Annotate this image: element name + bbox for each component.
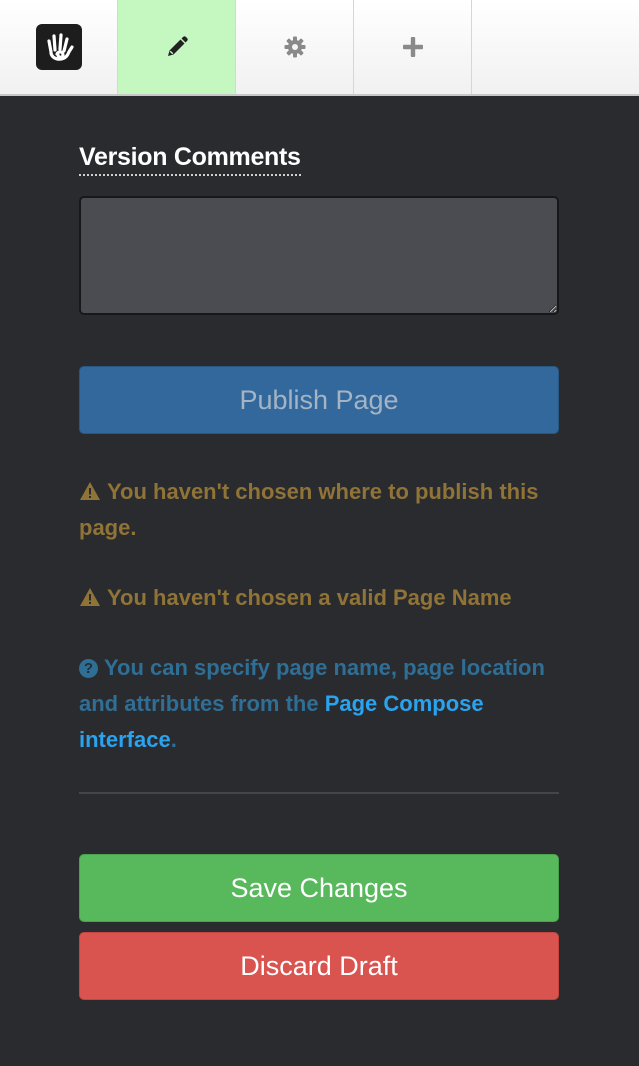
plus-icon	[402, 37, 423, 57]
info-text-end: .	[170, 727, 177, 752]
add-button[interactable]	[354, 0, 472, 94]
version-comments-label[interactable]: Version Comments	[79, 142, 301, 176]
logo-button[interactable]	[0, 0, 118, 94]
question-circle-icon: ?	[79, 659, 98, 678]
warning-icon	[80, 588, 100, 606]
discard-draft-button[interactable]: Discard Draft	[79, 932, 559, 1000]
warning-text: You haven't chosen where to publish this…	[79, 479, 539, 540]
divider	[79, 792, 559, 794]
save-changes-button[interactable]: Save Changes	[79, 854, 559, 922]
version-comments-textarea[interactable]	[79, 196, 559, 315]
info-message: ? You can specify page name, page locatio…	[79, 650, 559, 758]
publish-page-button[interactable]: Publish Page	[79, 366, 559, 434]
edit-mode-button[interactable]	[118, 0, 236, 94]
warning-icon	[80, 482, 100, 500]
top-toolbar	[0, 0, 639, 96]
settings-button[interactable]	[236, 0, 354, 94]
warning-message: You haven't chosen where to publish this…	[79, 474, 559, 546]
pencil-icon	[167, 36, 188, 56]
warning-message: You haven't chosen a valid Page Name	[79, 580, 559, 616]
gear-icon	[284, 36, 305, 58]
warning-text: You haven't chosen a valid Page Name	[107, 585, 512, 610]
concrete5-logo-icon	[35, 24, 82, 70]
